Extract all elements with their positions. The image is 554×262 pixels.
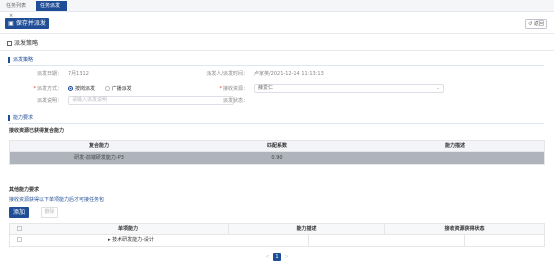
- table-row[interactable]: ▸ 技术研发能力-设计: [10, 235, 544, 246]
- select-all-checkbox[interactable]: [10, 224, 28, 234]
- add-button[interactable]: 添加: [9, 207, 29, 218]
- pagination-next[interactable]: >: [283, 253, 290, 261]
- radio-broadcast[interactable]: 广播派发: [104, 86, 132, 92]
- column-header: 能力描述: [444, 143, 465, 149]
- tab-label: 任务列表: [6, 3, 27, 9]
- section-divider: [8, 123, 544, 124]
- tab-task-dispatch[interactable]: 任务派发×: [36, 1, 67, 19]
- row-checkbox[interactable]: [10, 235, 28, 246]
- cell-description: [308, 235, 464, 246]
- table-row[interactable]: 研发-前端研发能力-P3 0.90: [10, 152, 544, 164]
- column-header: 复合能力: [88, 143, 109, 149]
- column-header: 能力描述: [228, 224, 384, 234]
- other-ability-title: 其他能力要求: [9, 187, 40, 193]
- composite-ability-table: 复合能力 匹配系数 能力描述 研发-前端研发能力-P3 0.90: [9, 140, 545, 165]
- back-button[interactable]: ↺ 返回: [525, 19, 547, 29]
- dispatcher-value: 卢家英/2021-12-14 11:13:13: [254, 71, 324, 77]
- desc-label: 派发说明：: [36, 98, 62, 104]
- delete-button[interactable]: 删除: [41, 207, 58, 218]
- back-icon: ↺: [528, 21, 533, 27]
- back-label: 返回: [533, 21, 544, 27]
- receiver-select[interactable]: 薛爱仁 ⌄: [254, 84, 444, 93]
- method-radio-group: 按岗派发 广播派发: [68, 85, 132, 92]
- task-no-value: 7月1312: [68, 71, 89, 77]
- single-ability-table: 单项能力 能力描述 接收资源获得状态 ▸ 技术研发能力-设计: [9, 223, 545, 247]
- other-ability-hint: 接收资源获得以下单项能力后才可接任务包: [9, 197, 105, 203]
- radio-checked-icon: [68, 86, 73, 91]
- ability-subtitle: 接收资源已获得复合能力: [9, 128, 65, 134]
- task-no-label: 派发日期：: [36, 71, 62, 77]
- save-label: 保存并派发: [15, 20, 46, 27]
- status-label: 派发状态：: [222, 98, 248, 104]
- column-header: 匹配系数: [266, 143, 287, 149]
- method-label: *派发方式：: [33, 86, 62, 92]
- receiver-label: *接收资源：: [219, 86, 248, 92]
- checkbox-icon: [16, 226, 22, 231]
- tab-bar: 任务列表× 任务派发×: [0, 0, 554, 19]
- pagination-prev[interactable]: <: [264, 253, 271, 261]
- dispatcher-label: 派发人/派发时间：: [206, 71, 248, 77]
- save-icon: ▣: [8, 20, 14, 27]
- column-header: 单项能力: [117, 226, 138, 232]
- section-title-ability: 能力要求: [8, 115, 33, 121]
- page-title: 派发策略: [7, 38, 38, 47]
- tab-task-list[interactable]: 任务列表×: [2, 1, 33, 19]
- section-divider: [8, 65, 544, 66]
- save-and-dispatch-button[interactable]: ▣ 保存并派发: [5, 18, 49, 29]
- cell-coefficient: 0.90: [271, 155, 283, 161]
- checkbox-icon: [16, 237, 22, 242]
- radio-unchecked-icon: [104, 86, 110, 91]
- tab-label: 任务派发: [40, 3, 61, 9]
- radio-by-post[interactable]: 按岗派发: [68, 86, 95, 92]
- table-header: 复合能力 匹配系数 能力描述: [10, 141, 544, 152]
- chevron-down-icon: ⌄: [435, 85, 440, 91]
- table-header: 单项能力 能力描述 接收资源获得状态: [10, 224, 544, 235]
- section-title-strategy: 派发策略: [8, 57, 33, 63]
- cell-ability-name: ▸ 技术研发能力-设计: [108, 237, 154, 243]
- cell-status: [464, 235, 544, 246]
- divider: [0, 33, 554, 34]
- column-header: 接收资源获得状态: [384, 224, 544, 234]
- divider: [0, 50, 554, 51]
- page-title-text: 派发策略: [14, 40, 39, 47]
- pagination-page[interactable]: 1: [273, 253, 281, 261]
- document-icon: [7, 41, 12, 46]
- cell-ability-name: 研发-前端研发能力-P3: [74, 155, 124, 161]
- cell-description: [366, 152, 544, 164]
- receiver-value: 薛爱仁: [258, 85, 274, 91]
